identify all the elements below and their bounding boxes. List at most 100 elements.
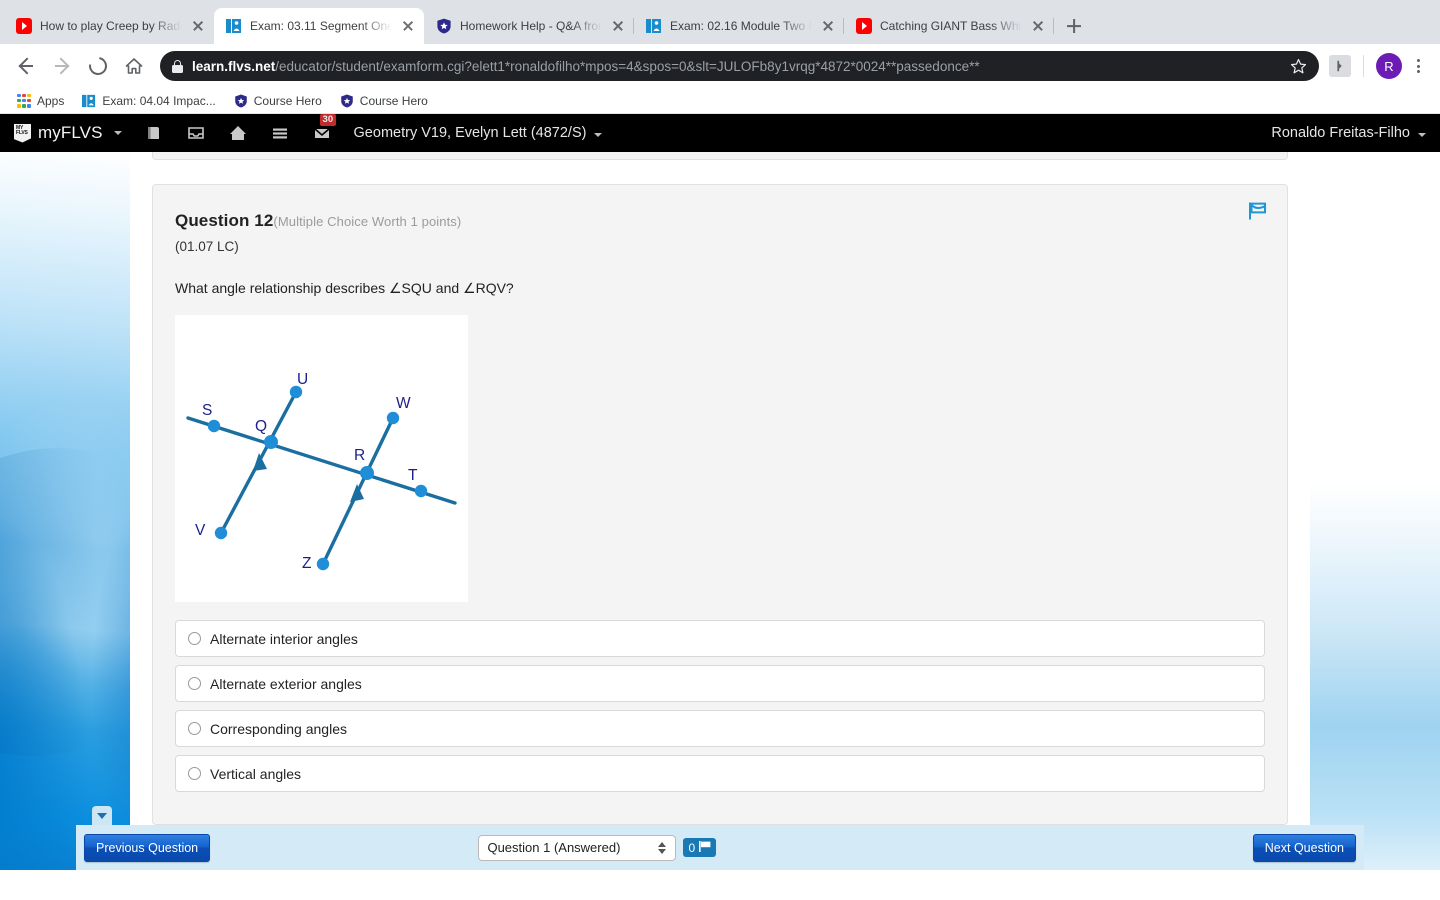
myflvs-logo-icon: MY FLVS xyxy=(14,123,31,143)
tab-close-button[interactable] xyxy=(820,18,836,34)
radio-button[interactable] xyxy=(188,677,201,690)
radio-button[interactable] xyxy=(188,632,201,645)
bookmark-exam[interactable]: Exam: 04.04 Impac... xyxy=(75,91,222,111)
flvs-icon xyxy=(82,94,96,108)
book-icon[interactable] xyxy=(144,123,164,143)
answer-choice-3[interactable]: Corresponding angles xyxy=(175,710,1265,747)
forward-button[interactable] xyxy=(46,50,78,82)
tab-title: How to play Creep by Radiohead xyxy=(40,19,182,33)
tab-title: Homework Help - Q&A from Onli xyxy=(460,19,602,33)
next-question-button[interactable]: Next Question xyxy=(1252,833,1356,862)
omnibox-row: learn.flvs.net/educator/student/examform… xyxy=(0,44,1440,88)
label-U: U xyxy=(297,371,308,388)
exam-toolbar: Previous Question Question 1 (Answered) … xyxy=(76,825,1364,870)
reload-button[interactable] xyxy=(82,50,114,82)
mail-icon[interactable]: 30 xyxy=(312,114,337,143)
bookmark-label: Course Hero xyxy=(253,93,322,108)
browser-window: How to play Creep by Radiohead Exam: 03.… xyxy=(0,0,1440,114)
bookmark-coursehero-1[interactable]: Course Hero xyxy=(227,91,329,111)
tab-close-button[interactable] xyxy=(400,18,416,34)
back-button[interactable] xyxy=(10,50,42,82)
course-selector[interactable]: Geometry V19, Evelyn Lett (4872/S) xyxy=(354,125,603,141)
radio-button[interactable] xyxy=(188,767,201,780)
label-Z: Z xyxy=(302,555,311,572)
question-number: Question 12 xyxy=(175,211,274,230)
chevron-down-icon xyxy=(113,131,122,135)
url-path: /educator/student/examform.cgi?elett1*ro… xyxy=(275,58,980,74)
brand-label: myFLVS xyxy=(38,123,103,142)
label-W: W xyxy=(396,395,411,412)
chevron-down-icon xyxy=(97,812,107,819)
point-Q xyxy=(264,435,278,449)
brand-menu[interactable]: MY FLVS myFLVS xyxy=(14,123,122,143)
browser-tab-2[interactable]: Exam: 03.11 Segment One Exam xyxy=(214,8,424,44)
label-T: T xyxy=(408,467,418,484)
answer-choice-4[interactable]: Vertical angles xyxy=(175,755,1265,792)
answer-choice-1[interactable]: Alternate interior angles xyxy=(175,620,1265,657)
course-selector-label: Geometry V19, Evelyn Lett (4872/S) xyxy=(353,125,587,141)
apps-grid-icon xyxy=(17,93,31,108)
hamburger-menu-icon[interactable] xyxy=(270,123,290,143)
user-menu[interactable]: Ronaldo Freitas-Filho xyxy=(1271,125,1426,141)
mail-badge: 30 xyxy=(319,114,337,126)
browser-tab-5[interactable]: Catching GIANT Bass While Fish xyxy=(844,8,1054,44)
point-T xyxy=(414,484,428,498)
figure-labels: S Q U V R W T Z xyxy=(195,371,418,572)
answer-label: Alternate exterior angles xyxy=(210,675,362,692)
coursehero-icon xyxy=(340,94,354,108)
arrow-mark-VU xyxy=(253,453,267,471)
bookmark-label: Exam: 04.04 Impac... xyxy=(102,93,216,108)
inbox-tray-icon[interactable] xyxy=(186,123,206,143)
answer-label: Vertical angles xyxy=(210,765,302,782)
flag-icon xyxy=(699,841,711,854)
label-R: R xyxy=(354,447,365,464)
radio-button[interactable] xyxy=(188,722,201,735)
point-R xyxy=(360,466,374,480)
browser-tab-4[interactable]: Exam: 02.16 Module Two Exam - xyxy=(634,8,844,44)
collapse-toolbar-button[interactable] xyxy=(92,806,112,825)
new-tab-button[interactable] xyxy=(1060,12,1088,40)
kebab-menu-icon[interactable] xyxy=(1406,54,1430,78)
question-text: What angle relationship describes ∠SQU a… xyxy=(175,280,514,296)
tab-close-button[interactable] xyxy=(190,18,206,34)
home-button[interactable] xyxy=(118,50,150,82)
exam-scroll-pane[interactable]: Question 12(Multiple Choice Worth 1 poin… xyxy=(130,152,1310,870)
question-worth: (Multiple Choice Worth 1 points) xyxy=(273,214,462,229)
flag-count-value: 0 xyxy=(688,840,696,855)
flag-count-badge[interactable]: 0 xyxy=(683,838,717,857)
flvs-icon xyxy=(646,18,662,34)
browser-tab-3[interactable]: Homework Help - Q&A from Onli xyxy=(424,8,634,44)
question-select[interactable]: Question 1 (Answered) xyxy=(478,834,677,861)
flag-icon[interactable] xyxy=(1247,201,1269,221)
divider xyxy=(1363,55,1364,77)
tab-close-button[interactable] xyxy=(1030,18,1046,34)
bookmark-coursehero-2[interactable]: Course Hero xyxy=(333,91,435,111)
extension-icon[interactable] xyxy=(1329,55,1351,77)
tab-title: Catching GIANT Bass While Fish xyxy=(880,19,1022,33)
navbar-icons: 30 xyxy=(144,114,337,143)
app-stage: Question 12(Multiple Choice Worth 1 poin… xyxy=(0,152,1440,870)
address-bar[interactable]: learn.flvs.net/educator/student/examform… xyxy=(160,51,1319,81)
question-select-value: Question 1 (Answered) xyxy=(487,840,621,855)
coursehero-icon xyxy=(436,18,452,34)
point-Z xyxy=(316,557,330,571)
tab-strip: How to play Creep by Radiohead Exam: 03.… xyxy=(0,0,1440,44)
bookmark-label: Course Hero xyxy=(359,93,428,108)
geometry-figure: S Q U V R W T Z xyxy=(175,315,468,602)
previous-question-card-stub xyxy=(152,152,1288,160)
home-icon[interactable] xyxy=(228,123,248,143)
wallpaper-left xyxy=(0,152,142,870)
bookmark-apps[interactable]: Apps xyxy=(10,91,71,111)
stepper-arrows-icon[interactable] xyxy=(658,841,667,855)
answer-label: Corresponding angles xyxy=(210,720,347,737)
tab-close-button[interactable] xyxy=(610,18,626,34)
previous-question-button[interactable]: Previous Question xyxy=(84,833,211,862)
profile-avatar[interactable]: R xyxy=(1376,53,1402,79)
browser-tab-1[interactable]: How to play Creep by Radiohead xyxy=(4,8,214,44)
star-icon[interactable] xyxy=(1290,58,1307,75)
chevron-down-icon xyxy=(1418,133,1426,137)
answer-choice-2[interactable]: Alternate exterior angles xyxy=(175,665,1265,702)
bookmark-label: Apps xyxy=(37,93,65,108)
flvs-application: MY FLVS myFLVS 30 Geometry V19, Evelyn L… xyxy=(0,114,1440,870)
chevron-down-icon xyxy=(594,133,603,137)
